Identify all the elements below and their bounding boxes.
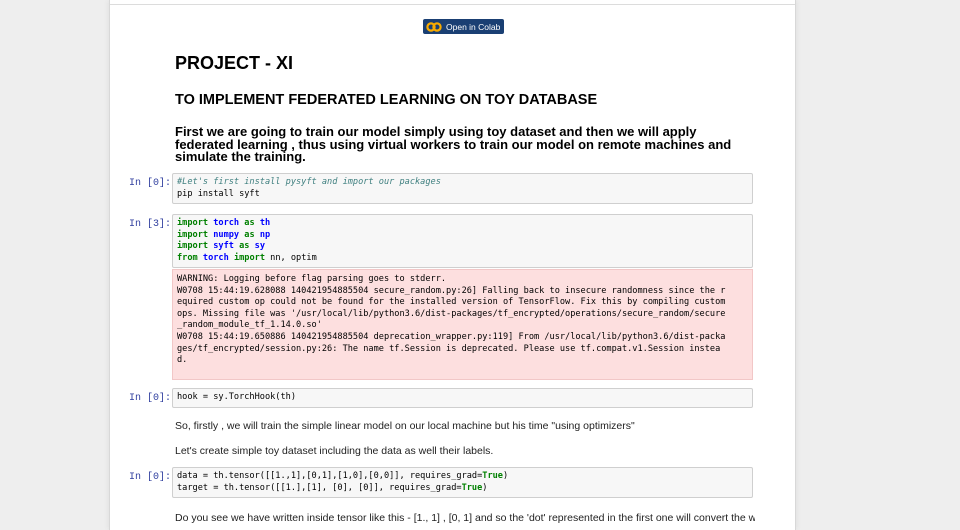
code-line: from torch import nn, optim <box>177 253 748 265</box>
code-cell-hook[interactable]: hook = sy.TorchHook(th) <box>172 388 753 408</box>
code-token: as <box>244 229 255 240</box>
code-token: pip install syft <box>177 188 260 199</box>
output-line: ops. Missing file was '/usr/local/lib/py… <box>177 308 726 319</box>
cell-prompt: In [3]: <box>129 219 172 230</box>
markdown-paragraph: Let's create simple toy dataset includin… <box>175 445 494 457</box>
markdown-paragraph: Do you see we have written inside tensor… <box>175 512 755 524</box>
code-line: data = th.tensor([[1.,1],[0,1],[1,0],[0,… <box>177 471 748 483</box>
output-line: equired custom op could not be found for… <box>177 297 726 308</box>
code-token: True <box>461 482 483 493</box>
code-token: np <box>259 229 271 240</box>
code-token: True <box>482 471 503 481</box>
open-in-colab-button[interactable]: Open in Colab <box>423 19 505 34</box>
code-line: hook = sy.TorchHook(th) <box>177 392 748 404</box>
code-token: torch <box>202 252 229 263</box>
code-line: pip install syft <box>177 189 748 201</box>
code-token: as <box>244 218 255 228</box>
code-cell-imports[interactable]: import torch as th import numpy as np impo… <box>172 214 753 269</box>
code-token: th <box>259 218 271 228</box>
code-cell-toy-data[interactable]: data = th.tensor([[1.,1],[0,1],[1,0],[0,… <box>172 467 753 499</box>
code-line: import numpy as np <box>177 230 748 242</box>
code-line: import syft as sy <box>177 241 748 253</box>
output-line: ges/tf_encrypted/session.py:26: The name… <box>177 343 721 354</box>
output-line: _random_module_tf_1.14.0.so' <box>177 320 322 331</box>
top-divider <box>110 4 795 5</box>
output-line: d. <box>177 355 188 366</box>
code-token: sy <box>254 241 266 252</box>
code-token: as <box>239 241 250 252</box>
code-token: ) <box>482 482 488 493</box>
output-line: W0708 15:44:19.628088 140421954885504 se… <box>177 285 726 296</box>
code-token: hook = sy.TorchHook(th) <box>177 392 296 402</box>
code-token: torch <box>213 218 240 228</box>
code-token: nn, optim <box>265 252 317 263</box>
section-heading: TO IMPLEMENT FEDERATED LEARNING ON TOY D… <box>175 92 598 108</box>
code-token: import <box>177 241 209 252</box>
code-token: #Let's first install pysyft and import o… <box>177 177 441 187</box>
code-token: from <box>177 252 198 263</box>
markdown-paragraph: So, firstly , we will train the simple l… <box>175 420 635 432</box>
cell-prompt: In [0]: <box>129 178 172 189</box>
code-token: syft <box>213 241 234 252</box>
code-token: import <box>177 229 209 240</box>
output-line: W0708 15:44:19.650886 140421954885504 de… <box>177 331 726 342</box>
code-token: import <box>177 218 209 228</box>
code-token: ) <box>502 471 509 481</box>
code-line: import torch as th <box>177 218 748 230</box>
colab-logo-icon <box>426 21 442 32</box>
cell-prompt: In [0]: <box>129 472 172 483</box>
output-line: WARNING: Logging before flag parsing goe… <box>177 274 447 284</box>
notebook-page: Open in Colab PROJECT - XI TO IMPLEMENT … <box>109 0 796 530</box>
colab-badge-label: Open in Colab <box>446 21 501 32</box>
code-token: target = th.tensor([[1.],[1], [0], [0]],… <box>177 482 462 493</box>
code-line: target = th.tensor([[1.],[1], [0], [0]],… <box>177 483 748 495</box>
project-title: PROJECT - XI <box>175 53 294 73</box>
code-token: import <box>233 252 265 263</box>
code-line: #Let's first install pysyft and import o… <box>177 177 748 189</box>
stderr-output: WARNING: Logging before flag parsing goe… <box>172 269 753 380</box>
code-token: data = th.tensor([[1.,1],[0,1],[1,0],[0,… <box>177 471 483 481</box>
code-cell-install[interactable]: #Let's first install pysyft and import o… <box>172 173 753 205</box>
cell-prompt: In [0]: <box>129 393 172 404</box>
intro-heading: First we are going to train our model si… <box>175 124 732 164</box>
code-token: numpy <box>213 229 240 240</box>
